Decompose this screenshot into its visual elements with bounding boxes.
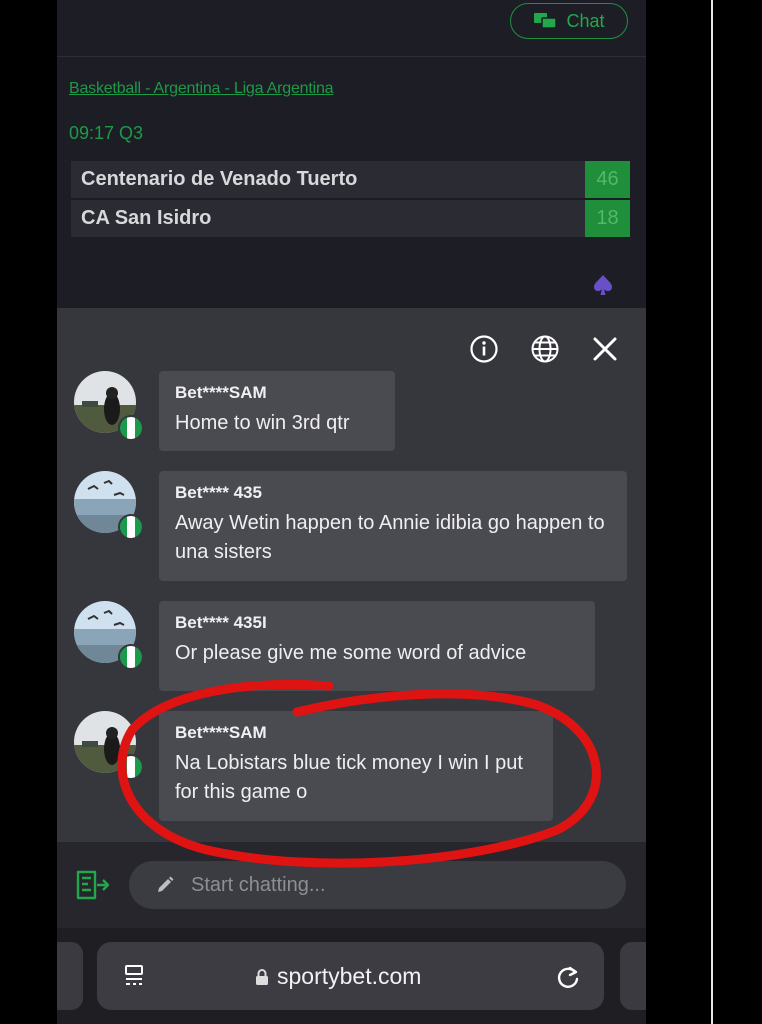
address-bar[interactable]: sportybet.com bbox=[97, 942, 604, 1010]
team-row-away: CA San Isidro bbox=[71, 200, 586, 237]
chat-message: Bet****SAM Home to win 3rd qtr bbox=[159, 371, 395, 451]
chat-input[interactable]: Start chatting... bbox=[129, 861, 626, 909]
chat-button-label: Chat bbox=[566, 10, 605, 31]
message-text: Na Lobistars blue tick money I win I put… bbox=[175, 752, 523, 803]
chat-composer: Start chatting... bbox=[57, 842, 646, 928]
team-name: Centenario de Venado Tuerto bbox=[81, 168, 358, 190]
breadcrumb[interactable]: Basketball - Argentina - Liga Argentina bbox=[69, 80, 334, 98]
chat-message: Bet**** 435 Away Wetin happen to Annie i… bbox=[159, 471, 627, 581]
chat-icon bbox=[534, 13, 558, 29]
message-text: Away Wetin happen to Annie idibia go hap… bbox=[175, 512, 605, 563]
next-tab-edge[interactable] bbox=[620, 942, 646, 1010]
match-time: 09:17 Q3 bbox=[69, 123, 144, 143]
nigeria-flag-icon bbox=[118, 514, 144, 540]
chat-message: Bet**** 435I Or please give me some word… bbox=[159, 601, 595, 691]
home-score: 46 bbox=[585, 161, 630, 198]
close-icon[interactable] bbox=[588, 332, 622, 366]
away-score: 18 bbox=[585, 200, 630, 237]
nigeria-flag-icon bbox=[118, 415, 144, 441]
message-username: Bet**** 435I bbox=[175, 613, 267, 632]
send-icon[interactable] bbox=[75, 868, 111, 902]
chat-message: Bet****SAM Na Lobistars blue tick money … bbox=[159, 711, 553, 821]
browser-toolbar: sportybet.com bbox=[57, 928, 646, 1024]
url-text: sportybet.com bbox=[277, 963, 422, 989]
chat-button[interactable]: Chat bbox=[510, 3, 628, 39]
team-name: CA San Isidro bbox=[81, 207, 212, 229]
divider bbox=[57, 56, 646, 57]
previous-tab-edge[interactable] bbox=[57, 942, 83, 1010]
nigeria-flag-icon bbox=[118, 644, 144, 670]
match-header: Chat Basketball - Argentina - Liga Argen… bbox=[57, 0, 646, 308]
nigeria-flag-icon bbox=[118, 754, 144, 780]
message-text: Home to win 3rd qtr bbox=[175, 412, 350, 434]
reload-icon[interactable] bbox=[554, 963, 582, 991]
message-text: Or please give me some word of advice bbox=[175, 642, 527, 664]
globe-icon[interactable] bbox=[528, 332, 562, 366]
lock-icon bbox=[256, 968, 268, 985]
message-username: Bet****SAM bbox=[175, 723, 267, 742]
message-username: Bet****SAM bbox=[175, 383, 267, 402]
phone-screen: Chat Basketball - Argentina - Liga Argen… bbox=[57, 0, 646, 1024]
message-username: Bet**** 435 bbox=[175, 483, 262, 502]
info-icon[interactable] bbox=[467, 332, 501, 366]
team-row-home: Centenario de Venado Tuerto bbox=[71, 161, 586, 198]
chat-panel: Bet****SAM Home to win 3rd qtr Bet**** 4… bbox=[57, 308, 646, 928]
frame-edge bbox=[711, 0, 713, 1024]
reader-mode-icon[interactable] bbox=[122, 963, 148, 989]
pencil-icon bbox=[158, 876, 174, 892]
spade-icon[interactable] bbox=[593, 274, 613, 296]
chat-input-placeholder: Start chatting... bbox=[191, 873, 326, 896]
